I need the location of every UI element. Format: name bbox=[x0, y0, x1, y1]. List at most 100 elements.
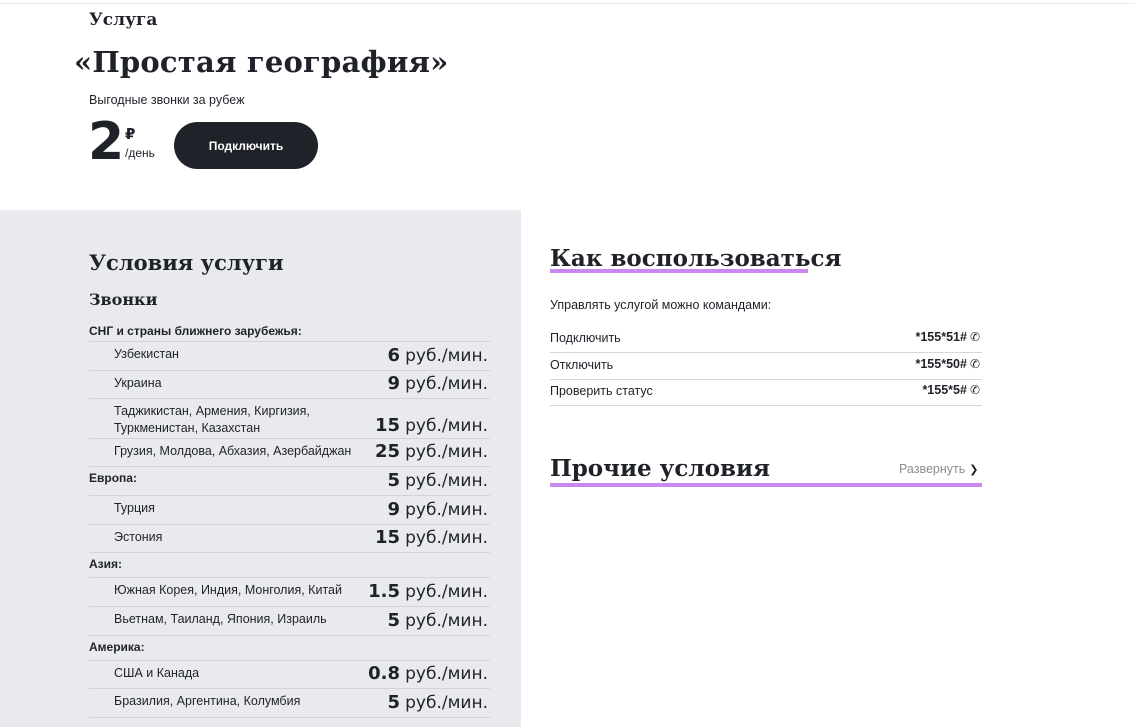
rate-group-row: Америка: bbox=[89, 636, 490, 660]
row-divider bbox=[89, 398, 490, 399]
rate-row: Бразилия, Аргентина, Колумбия 5 руб./мин. bbox=[89, 689, 490, 717]
rate-price: 1.5 руб./мин. bbox=[368, 581, 488, 602]
rate-unit: руб./мин. bbox=[405, 582, 488, 602]
expand-button[interactable]: Развернуть ❯ bbox=[899, 462, 978, 476]
page-subtitle: Выгодные звонки за рубеж bbox=[89, 93, 245, 107]
rate-country: Узбекистан bbox=[114, 347, 179, 361]
row-divider bbox=[89, 466, 490, 467]
rate-value: 5 bbox=[387, 610, 401, 631]
command-code-link[interactable]: *155*51# ✆ bbox=[915, 330, 980, 344]
phone-icon: ✆ bbox=[969, 383, 980, 397]
rate-country: США и Канада bbox=[114, 666, 200, 680]
row-divider bbox=[89, 341, 490, 342]
rate-group-label: Азия: bbox=[89, 557, 123, 571]
rate-country: Вьетнам, Таиланд, Япония, Израиль bbox=[114, 612, 327, 626]
how-to-title: Как воспользоваться bbox=[550, 245, 842, 272]
rate-value: 9 bbox=[387, 373, 401, 394]
row-divider bbox=[89, 606, 490, 607]
rate-group-label: СНГ и страны ближнего зарубежья: bbox=[89, 324, 302, 338]
rate-country: Бразилия, Аргентина, Колумбия bbox=[114, 694, 301, 708]
rate-country: Украина bbox=[114, 376, 162, 390]
rate-row: Таджикистан, Армения, Киргизия, Туркмени… bbox=[89, 399, 490, 438]
command-code-link[interactable]: *155*50# ✆ bbox=[915, 357, 980, 371]
rate-country: Южная Корея, Индия, Монголия, Китай bbox=[114, 583, 342, 597]
price-value: 2 bbox=[88, 112, 125, 172]
rate-unit: руб./мин. bbox=[405, 500, 488, 520]
command-code: *155*50# bbox=[915, 357, 967, 371]
rate-unit: руб./мин. bbox=[405, 693, 488, 713]
rate-country: Грузия, Молдова, Абхазия, Азербайджан bbox=[114, 444, 352, 458]
calls-title: Звонки bbox=[89, 290, 158, 309]
rate-price: 9 руб./мин. bbox=[388, 499, 488, 520]
rate-unit: руб./мин. bbox=[405, 442, 488, 462]
price-currency: ₽ bbox=[125, 126, 136, 143]
row-divider bbox=[89, 660, 490, 661]
rate-price: 15 руб./мин. bbox=[375, 415, 488, 436]
command-row: Проверить статус *155*5# ✆ bbox=[550, 379, 982, 405]
rate-value: 5 bbox=[387, 470, 401, 491]
command-code: *155*51# bbox=[915, 330, 967, 344]
how-to-subtitle: Управлять услугой можно командами: bbox=[550, 298, 772, 312]
command-row: Подключить *155*51# ✆ bbox=[550, 326, 982, 352]
phone-icon: ✆ bbox=[969, 357, 980, 371]
row-divider bbox=[89, 524, 490, 525]
rate-value: 15 bbox=[374, 527, 401, 548]
command-divider bbox=[550, 405, 982, 406]
connect-button[interactable]: Подключить bbox=[174, 122, 318, 169]
rate-price: 5 руб./мин. bbox=[388, 692, 488, 713]
rate-row: Украина 9 руб./мин. bbox=[89, 371, 490, 398]
rate-value: 9 bbox=[387, 499, 401, 520]
rate-value: 5 bbox=[387, 692, 401, 713]
rate-unit: руб./мин. bbox=[405, 416, 488, 436]
rate-group-row: Азия: bbox=[89, 553, 490, 577]
row-divider bbox=[89, 495, 490, 496]
rate-row: Вьетнам, Таиланд, Япония, Израиль 5 руб./… bbox=[89, 607, 490, 635]
row-divider bbox=[89, 552, 490, 553]
other-conditions-title: Прочие условия bbox=[550, 455, 770, 482]
command-row: Отключить *155*50# ✆ bbox=[550, 353, 982, 379]
command-code: *155*5# bbox=[922, 383, 967, 397]
page-title: «Простая география» bbox=[74, 45, 449, 79]
rate-value: 0.8 bbox=[368, 663, 401, 684]
top-divider bbox=[0, 3, 1135, 4]
command-code-link[interactable]: *155*5# ✆ bbox=[922, 383, 980, 397]
rate-value: 6 bbox=[387, 345, 401, 366]
rate-unit: руб./мин. bbox=[405, 374, 488, 394]
rate-unit: руб./мин. bbox=[405, 611, 488, 631]
rate-price: 5 руб./мин. bbox=[388, 470, 488, 491]
chevron-down-icon: ❯ bbox=[969, 464, 979, 476]
rate-country: Турция bbox=[114, 501, 155, 515]
rate-unit: руб./мин. bbox=[405, 664, 488, 684]
rate-row: Эстония 15 руб./мин. bbox=[89, 525, 490, 552]
rate-group-row: СНГ и страны ближнего зарубежья: bbox=[89, 320, 490, 341]
rate-price: 6 руб./мин. bbox=[388, 345, 488, 366]
row-divider bbox=[89, 635, 490, 636]
how-to-underline bbox=[550, 269, 808, 273]
rate-country: Эстония bbox=[114, 530, 163, 544]
rate-row: США и Канада 0.8 руб./мин. bbox=[89, 661, 490, 688]
rate-country: Таджикистан, Армения, Киргизия, Туркмени… bbox=[114, 404, 310, 435]
rate-row: Грузия, Молдова, Абхазия, Азербайджан 25 … bbox=[89, 439, 490, 466]
rate-group-label: Европа: bbox=[89, 471, 137, 485]
rate-unit: руб./мин. bbox=[405, 471, 488, 491]
row-divider bbox=[89, 370, 490, 371]
rate-value: 15 bbox=[374, 415, 401, 436]
rate-group-row: Европа: 5 руб./мин. bbox=[89, 467, 490, 495]
rate-row: Турция 9 руб./мин. bbox=[89, 496, 490, 524]
rate-row: Южная Корея, Индия, Монголия, Китай 1.5 р… bbox=[89, 578, 490, 606]
rate-price: 15 руб./мин. bbox=[375, 527, 488, 548]
command-label: Проверить статус bbox=[550, 384, 653, 398]
rate-price: 0.8 руб./мин. bbox=[368, 663, 488, 684]
price-period: /день bbox=[125, 146, 155, 160]
other-conditions-underline bbox=[550, 483, 982, 487]
rate-unit: руб./мин. bbox=[405, 346, 488, 366]
rate-price: 25 руб./мин. bbox=[375, 441, 488, 462]
command-label: Отключить bbox=[550, 358, 614, 372]
rate-value: 25 bbox=[374, 441, 401, 462]
rate-price: 9 руб./мин. bbox=[388, 373, 488, 394]
expand-label: Развернуть bbox=[899, 462, 966, 476]
rate-row: Узбекистан 6 руб./мин. bbox=[89, 342, 490, 370]
rate-value: 1.5 bbox=[368, 581, 401, 602]
row-divider bbox=[89, 717, 490, 718]
row-divider bbox=[89, 438, 490, 439]
